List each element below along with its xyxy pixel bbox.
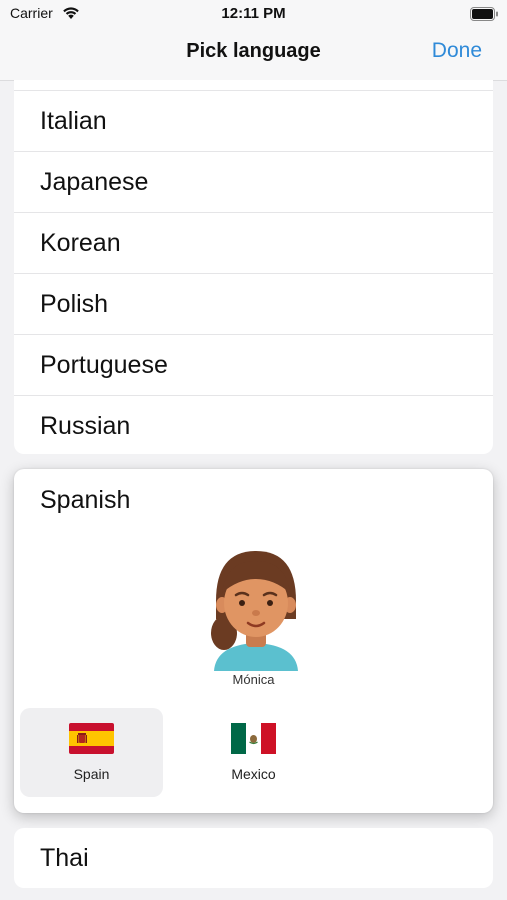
language-item-korean[interactable]: Korean — [14, 213, 493, 274]
language-item-russian[interactable]: Russian — [14, 396, 493, 454]
language-item-japanese[interactable]: Japanese — [14, 152, 493, 213]
language-item-thai[interactable]: Thai — [14, 828, 493, 888]
battery-icon — [470, 7, 499, 25]
done-button[interactable]: Done — [432, 39, 482, 63]
list-top-edge — [14, 80, 493, 91]
mexico-flag-icon — [231, 723, 276, 754]
spain-flag-icon — [69, 723, 114, 754]
language-item-spanish-expanded[interactable]: Spanish Mónica Spain Mexico — [14, 469, 493, 813]
status-time: 12:11 PM — [221, 5, 286, 22]
nav-bar: Pick language Done — [0, 28, 507, 81]
voice-name-label: Mónica — [232, 672, 275, 687]
region-label-mexico: Mexico — [231, 766, 276, 782]
language-item-portuguese[interactable]: Portuguese — [14, 335, 493, 396]
language-list-below: Thai — [14, 828, 493, 888]
language-item-italian[interactable]: Italian — [14, 91, 493, 152]
avatar-icon[interactable] — [208, 549, 304, 671]
region-option-spain[interactable]: Spain — [20, 708, 163, 797]
region-option-mexico[interactable]: Mexico — [182, 708, 325, 797]
language-list: Italian Japanese Korean Polish Portugues… — [14, 80, 493, 454]
language-item-polish[interactable]: Polish — [14, 274, 493, 335]
region-label-spain: Spain — [73, 766, 110, 782]
expanded-language-label: Spanish — [40, 486, 131, 514]
screen: Carrier 12:11 PM Pick language Done Ital… — [0, 0, 507, 900]
status-bar: Carrier 12:11 PM — [0, 0, 507, 28]
